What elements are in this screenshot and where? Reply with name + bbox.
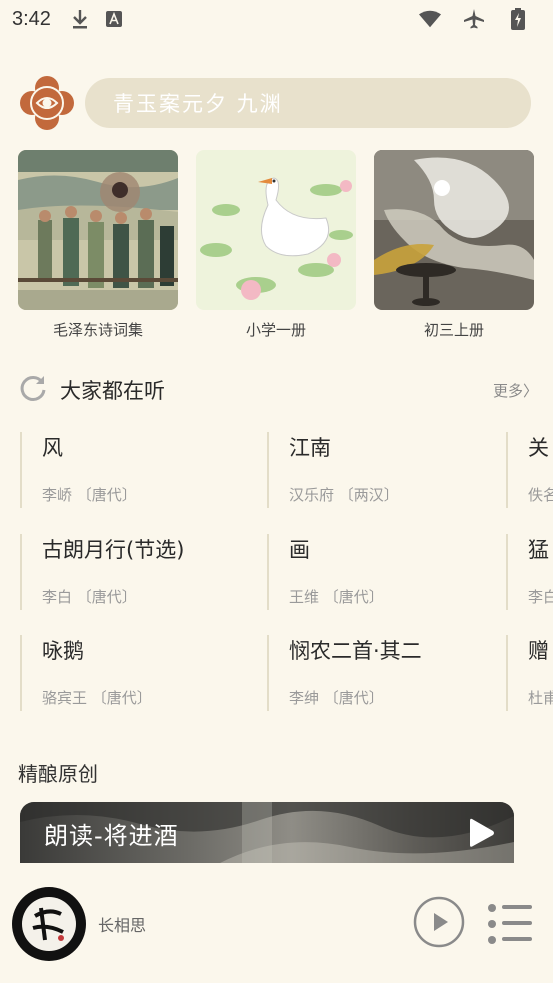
book-title: 小学一册 [245,321,306,339]
poem-title: 江南 [289,436,331,460]
poem-title: 关 [528,436,549,460]
book-card[interactable]: 毛泽东诗词集 [18,150,178,340]
status-time: 3:42 [12,7,51,30]
album-art[interactable] [12,887,86,961]
poem-item[interactable]: 江南 汉乐府 〔两汉〕 [267,432,497,508]
popular-section-header: 大家都在听 更多〉 [18,372,538,408]
book-cover-image[interactable] [196,150,356,310]
banner-title: 朗读-将进酒 [44,822,179,850]
section-title: 大家都在听 [60,379,165,403]
poem-item[interactable]: 咏鹅 骆宾王 〔唐代〕 [20,635,250,711]
book-card[interactable]: 小学一册 [196,150,356,340]
poem-item[interactable]: 悯农二首·其二 李绅 〔唐代〕 [267,635,497,711]
poem-author: 李峤 〔唐代〕 [42,486,137,504]
app-notification-icon [103,8,125,30]
poem-author: 汉乐府 〔两汉〕 [289,486,399,504]
play-pause-button[interactable] [413,896,465,948]
poem-item[interactable]: 猛 李白 [506,534,553,610]
mini-player: 长相思 [0,872,553,983]
poem-title: 悯农二首·其二 [289,639,422,663]
poem-author: 佚名 [528,486,553,504]
poem-item[interactable]: 风 李峤 〔唐代〕 [20,432,250,508]
poem-item[interactable]: 画 王维 〔唐代〕 [267,534,497,610]
poem-grid: 风 李峤 〔唐代〕 江南 汉乐府 〔两汉〕 关 佚名 古朗月行(节选) 李白 〔… [20,432,553,712]
refresh-icon[interactable] [18,373,48,407]
poem-author: 李白 〔唐代〕 [42,588,137,606]
original-banner[interactable]: 朗读-将进酒 [20,802,514,863]
poem-item[interactable]: 古朗月行(节选) 李白 〔唐代〕 [20,534,250,610]
poem-title: 画 [289,538,310,562]
book-cover-image[interactable] [18,150,178,310]
playlist-icon[interactable] [486,902,534,946]
download-icon [69,8,91,30]
poem-author: 王维 〔唐代〕 [289,588,384,606]
search-bar[interactable]: 青玉案元夕 九渊 [85,78,531,128]
search-query-text: 青玉案元夕 九渊 [113,92,283,116]
now-playing-title: 长相思 [98,916,147,935]
poem-item[interactable]: 关 佚名 [506,432,553,508]
poem-title: 咏鹅 [42,639,84,663]
status-bar: 3:42 [0,0,553,38]
airplane-mode-icon [463,8,485,30]
original-section-title: 精酿原创 [18,762,98,786]
play-icon[interactable] [468,816,496,850]
app-logo[interactable] [18,74,76,132]
battery-charging-icon [507,8,529,30]
poem-author: 杜甫 [528,689,553,707]
more-link[interactable]: 更多〉 [493,380,538,401]
book-card[interactable]: 初三上册 [374,150,534,340]
poem-item[interactable]: 赠 杜甫 [506,635,553,711]
book-title: 初三上册 [423,321,484,339]
book-cover-image[interactable] [374,150,534,310]
poem-title: 赠 [528,639,549,663]
poem-author: 骆宾王 〔唐代〕 [42,689,152,707]
book-title: 毛泽东诗词集 [52,321,143,339]
poem-title: 猛 [528,538,549,562]
poem-title: 风 [42,436,63,460]
poem-title: 古朗月行(节选) [42,538,185,562]
wifi-icon [419,8,441,30]
poem-author: 李白 [528,588,553,606]
poem-author: 李绅 〔唐代〕 [289,689,384,707]
book-carousel: 毛泽东诗词集 小学一册 初三上册 [18,150,534,340]
